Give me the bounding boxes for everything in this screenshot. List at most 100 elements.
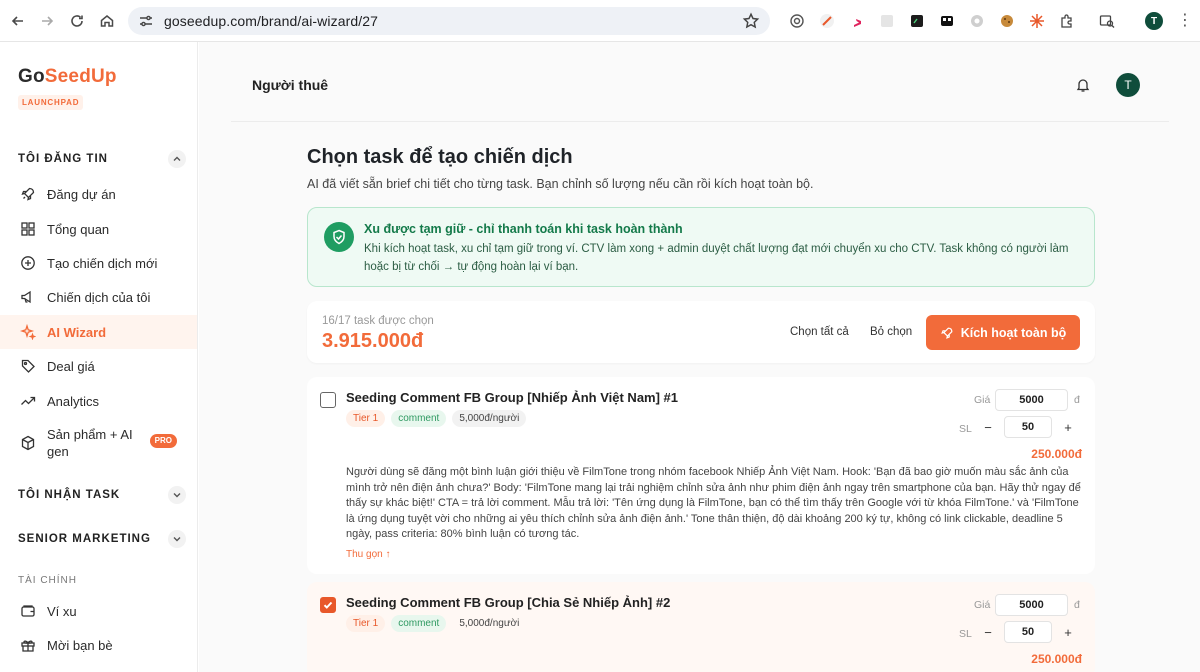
task-tags: Tier 1 comment 5,000đ/người <box>346 615 526 632</box>
section-header-post[interactable]: TÔI ĐĂNG TIN <box>18 149 186 169</box>
extension-cookie-icon[interactable] <box>996 10 1018 32</box>
extension-burst-icon[interactable] <box>1026 10 1048 32</box>
type-badge: comment <box>391 615 447 632</box>
unit-price-badge: 5,000đ/người <box>459 618 520 629</box>
chevron-down-icon[interactable] <box>168 486 186 504</box>
tab-search-icon[interactable] <box>1096 10 1118 32</box>
currency-label: đ <box>1074 394 1080 406</box>
sidebar-item-label: Deal giá <box>47 358 95 374</box>
url-text: goseedup.com/brand/ai-wizard/27 <box>164 13 379 29</box>
extension-cart-icon[interactable] <box>936 10 958 32</box>
extension-ring-icon[interactable] <box>786 10 808 32</box>
tag-icon <box>21 359 35 373</box>
sidebar-item-ai-wizard[interactable]: AI Wizard <box>0 315 197 349</box>
grid-icon <box>21 222 35 236</box>
site-settings-icon[interactable] <box>138 13 154 29</box>
browser-profile-avatar[interactable]: T <box>1145 12 1163 30</box>
user-avatar[interactable]: T <box>1116 73 1140 97</box>
quantity-input[interactable]: 50 <box>1004 416 1052 438</box>
price-input[interactable]: 5000 <box>995 594 1068 616</box>
sidebar: GoSeedUp LAUNCHPAD TÔI ĐĂNG TIN Đăng dự … <box>0 42 198 672</box>
sidebar-item-overview[interactable]: Tổng quan <box>0 212 197 246</box>
reload-icon[interactable] <box>62 6 92 36</box>
address-bar[interactable]: goseedup.com/brand/ai-wizard/27 <box>128 7 770 35</box>
browser-menu-icon[interactable]: ⋮ <box>1177 12 1193 30</box>
collapse-brief-button[interactable]: Thu gọn ↑ <box>346 549 390 560</box>
rocket-icon <box>940 327 953 339</box>
sidebar-item-label: Ví xu <box>47 603 77 619</box>
chevron-up-icon[interactable] <box>168 150 186 168</box>
section-header-task[interactable]: TÔI NHẬN TASK <box>18 485 186 505</box>
task-checkbox[interactable] <box>320 392 336 408</box>
sidebar-item-invite-friends[interactable]: Mời bạn bè <box>0 628 197 662</box>
sidebar-item-label: Analytics <box>47 393 100 409</box>
extensions-bar <box>782 10 1122 32</box>
bookmark-star-icon[interactable] <box>742 12 760 30</box>
back-arrow-icon[interactable] <box>3 6 33 36</box>
sidebar-item-analytics[interactable]: Analytics <box>0 384 197 418</box>
bell-icon[interactable] <box>1075 77 1091 93</box>
quantity-label: SL <box>959 423 972 435</box>
sidebar-item-label: Mời bạn bè <box>47 637 113 653</box>
tier-badge: Tier 1 <box>346 615 386 632</box>
home-icon[interactable] <box>92 6 122 36</box>
sidebar-item-new-campaign[interactable]: Tạo chiến dịch mới <box>0 246 197 280</box>
tier-badge: Tier 1 <box>346 410 386 427</box>
unit-price-badge: 5,000đ/người <box>452 410 527 427</box>
quantity-increment-button[interactable]: + <box>1059 623 1077 641</box>
trend-icon <box>21 396 36 405</box>
megaphone-icon <box>21 290 31 304</box>
quantity-decrement-button[interactable]: − <box>979 623 997 641</box>
type-badge: comment <box>391 410 447 427</box>
chevron-down-icon[interactable] <box>168 530 186 548</box>
logo-part-go: Go <box>18 66 45 87</box>
gift-icon <box>21 640 35 652</box>
deselect-button[interactable]: Bỏ chọn <box>870 326 912 338</box>
activate-all-button[interactable]: Kích hoạt toàn bộ <box>926 315 1080 350</box>
sidebar-item-my-campaigns[interactable]: Chiến dịch của tôi <box>0 280 197 314</box>
rocket-icon <box>21 187 35 201</box>
quantity-increment-button[interactable]: + <box>1059 418 1077 436</box>
extension-bing-icon[interactable] <box>846 10 868 32</box>
sidebar-item-label: Tổng quan <box>47 221 110 237</box>
sidebar-item-label: AI Wizard <box>47 324 107 340</box>
selection-summary: 16/17 task được chọn 3.915.000đ Chọn tất… <box>307 301 1095 363</box>
selected-count: 16/17 task được chọn <box>322 315 434 327</box>
extension-terminal-icon[interactable] <box>906 10 928 32</box>
box-icon <box>21 435 35 451</box>
sidebar-item-label: Tạo chiến dịch mới <box>47 255 158 271</box>
wallet-icon <box>21 605 35 617</box>
sidebar-item-post-project[interactable]: Đăng dự án <box>0 177 197 211</box>
price-input[interactable]: 5000 <box>995 389 1068 411</box>
task-card: Seeding Comment FB Group [Chia Sẻ Nhiếp … <box>307 582 1095 672</box>
task-tags: Tier 1 comment 5,000đ/người <box>346 410 527 427</box>
logo[interactable]: GoSeedUp <box>18 66 117 88</box>
sidebar-item-wallet[interactable]: Ví xu <box>0 594 197 628</box>
section-title-senior: SENIOR MARKETING <box>18 533 151 545</box>
pro-badge: PRO <box>149 434 177 448</box>
browser-toolbar: goseedup.com/brand/ai-wizard/27 T ⋮ <box>0 0 1200 42</box>
extensions-puzzle-icon[interactable] <box>1056 10 1078 32</box>
quantity-decrement-button[interactable]: − <box>979 418 997 436</box>
escrow-notice: Xu được tạm giữ - chỉ thanh toán khi tas… <box>307 207 1095 287</box>
quantity-label: SL <box>959 628 972 640</box>
task-checkbox[interactable] <box>320 597 336 613</box>
quantity-input[interactable]: 50 <box>1004 621 1052 643</box>
logo-part-seedup: SeedUp <box>44 66 117 87</box>
select-all-button[interactable]: Chọn tất cả <box>790 326 849 338</box>
extension-pen-icon[interactable] <box>816 10 838 32</box>
extension-square-icon[interactable] <box>876 10 898 32</box>
notice-body: Khi kích hoạt task, xu chỉ tạm giữ trong… <box>364 243 1069 273</box>
forward-arrow-icon[interactable] <box>32 6 62 36</box>
extension-circle-icon[interactable] <box>966 10 988 32</box>
sidebar-item-products-ai-gen[interactable]: Sản phẩm + AI gen PRO <box>0 422 197 464</box>
sidebar-item-deal-price[interactable]: Deal giá <box>0 349 197 383</box>
top-bar: Người thuê T <box>231 42 1169 122</box>
section-title-task: TÔI NHẬN TASK <box>18 489 121 501</box>
sidebar-item-label: Sản phẩm + AI gen <box>47 427 133 459</box>
section-header-senior[interactable]: SENIOR MARKETING <box>18 529 186 549</box>
sparkle-icon <box>20 324 36 340</box>
plus-circle-icon <box>21 256 35 270</box>
section-title-post: TÔI ĐĂNG TIN <box>18 153 108 165</box>
task-total: 250.000đ <box>1031 652 1082 666</box>
